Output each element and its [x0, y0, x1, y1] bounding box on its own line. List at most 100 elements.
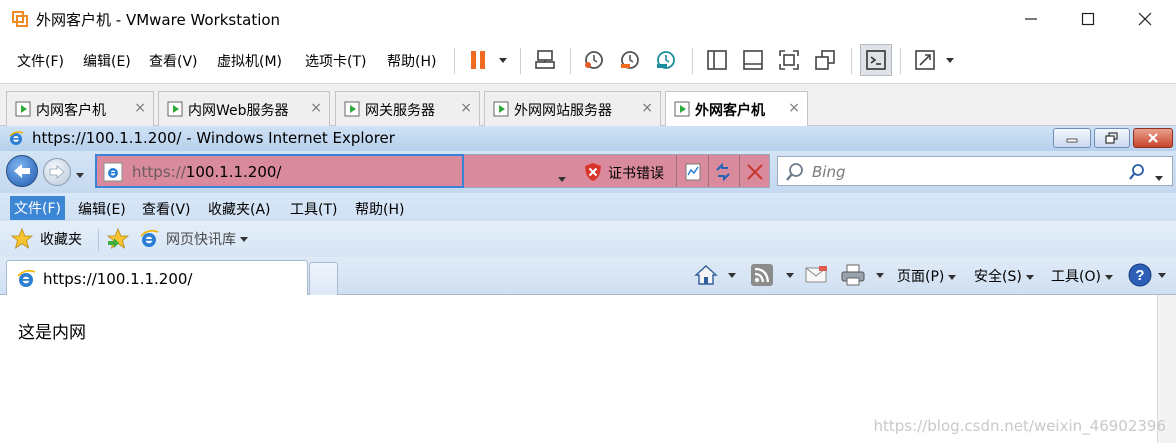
search-provider-dropdown[interactable] — [1155, 168, 1163, 187]
back-arrow-icon — [14, 164, 30, 178]
ie-restore-button[interactable] — [1094, 128, 1130, 148]
console-view-button[interactable] — [860, 44, 892, 76]
maximize-icon — [1081, 12, 1095, 26]
feeds-button[interactable] — [750, 263, 794, 287]
send-ctrl-alt-del-button[interactable] — [530, 45, 560, 75]
svg-text:?: ? — [1135, 267, 1144, 284]
tools-menu[interactable]: 工具(O) — [1051, 266, 1113, 286]
refresh-icon[interactable] — [713, 162, 733, 182]
snapshot-button[interactable] — [579, 45, 609, 75]
maximize-button[interactable] — [1063, 0, 1113, 38]
show-library-button[interactable] — [702, 45, 732, 75]
favorites-button[interactable]: 收藏夹 — [10, 227, 82, 251]
minimize-icon — [1025, 18, 1037, 20]
ie-menu-view[interactable]: 查看(V) — [138, 197, 195, 221]
tab-close-icon[interactable]: × — [788, 100, 800, 116]
vm-menu-tabs[interactable]: 选项卡(T) — [305, 51, 366, 71]
vm-tab-external-client[interactable]: 外网客户机 × — [665, 91, 808, 127]
vm-tab-internal-web-server[interactable]: 内网Web服务器 × — [158, 91, 330, 126]
back-button[interactable] — [6, 155, 38, 187]
tab-close-icon[interactable]: × — [134, 100, 146, 116]
toolbar-divider — [851, 48, 852, 74]
full-screen-button[interactable] — [774, 45, 804, 75]
add-to-favorites-bar-button[interactable] — [106, 227, 132, 255]
forward-button[interactable] — [43, 158, 71, 186]
snapshot-icon — [585, 51, 603, 69]
stretch-dropdown[interactable] — [937, 45, 959, 75]
snapshot-manager-button[interactable] — [651, 45, 681, 75]
ie-tab-bar: https://100.1.1.200/ 页面(P) 安全(S) 工具(O) ? — [0, 257, 1176, 295]
ie-menu-help[interactable]: 帮助(H) — [351, 197, 408, 221]
mail-icon — [805, 266, 827, 283]
vm-tab-internal-client[interactable]: 内网客户机 × — [6, 91, 154, 126]
vm-menu-help[interactable]: 帮助(H) — [387, 51, 436, 71]
close-icon — [1138, 12, 1152, 26]
tab-close-icon[interactable]: × — [310, 100, 322, 116]
recent-pages-dropdown[interactable] — [76, 165, 84, 184]
stop-icon[interactable] — [745, 162, 765, 182]
tab-close-icon[interactable]: × — [460, 100, 472, 116]
help-icon: ? — [1128, 263, 1152, 287]
page-menu[interactable]: 页面(P) — [897, 266, 957, 286]
stretch-guest-button[interactable] — [910, 45, 940, 75]
shield-error-icon[interactable] — [583, 162, 603, 182]
help-button[interactable]: ? — [1127, 262, 1166, 288]
minimize-button[interactable] — [1006, 0, 1056, 38]
vm-running-icon — [167, 101, 183, 117]
minimize-icon — [1066, 138, 1078, 143]
home-button[interactable] — [694, 263, 736, 287]
favorites-star-icon — [10, 227, 34, 249]
ie-tab-current[interactable]: https://100.1.1.200/ — [6, 260, 308, 295]
ie-menu-edit[interactable]: 编辑(E) — [74, 197, 130, 221]
tab-close-icon[interactable]: × — [641, 100, 653, 116]
vmware-logo-icon — [12, 11, 28, 27]
page-body-text: 这是内网 — [18, 323, 86, 343]
search-go-icon[interactable] — [1128, 163, 1146, 181]
safety-menu[interactable]: 安全(S) — [974, 266, 1034, 286]
home-icon — [694, 265, 718, 285]
ie-menu-tools[interactable]: 工具(T) — [286, 197, 341, 221]
print-button[interactable] — [840, 263, 884, 287]
ie-menu-file[interactable]: 文件(F) — [10, 196, 65, 220]
read-mail-button[interactable] — [804, 263, 828, 291]
toolbar-divider — [570, 48, 571, 74]
vm-tab-gateway-server[interactable]: 网关服务器 × — [335, 91, 480, 126]
vm-tab-external-web-server[interactable]: 外网网站服务器 × — [484, 91, 661, 126]
cert-error-label[interactable]: 证书错误 — [608, 163, 664, 183]
address-focus-ring — [95, 154, 464, 188]
search-box[interactable]: Bing — [777, 156, 1173, 186]
stretch-icon — [915, 50, 935, 70]
revert-snapshot-button[interactable] — [615, 45, 645, 75]
web-slice-gallery-link[interactable]: 网页快讯库 — [138, 227, 248, 251]
ie-page-icon — [140, 229, 159, 247]
new-tab-button[interactable] — [309, 262, 338, 295]
toolbar-divider — [454, 48, 455, 74]
toolbar-divider — [692, 48, 693, 74]
vm-menu-view[interactable]: 查看(V) — [149, 51, 198, 71]
thumbnail-bar-button[interactable] — [738, 45, 768, 75]
vm-tab-strip: 内网客户机 × 内网Web服务器 × 网关服务器 × 外网网站服务器 × 外网客… — [0, 84, 1176, 127]
ie-close-button[interactable] — [1133, 128, 1173, 148]
power-dropdown[interactable] — [490, 45, 512, 75]
vm-running-icon — [15, 101, 31, 117]
vm-menu-vm[interactable]: 虚拟机(M) — [217, 51, 282, 71]
vmware-title-bar: 外网客户机 - VMware Workstation — [0, 0, 1176, 38]
address-dropdown[interactable] — [558, 169, 566, 188]
vm-menu-file[interactable]: 文件(F) — [17, 51, 64, 71]
ie-menu-bar: 文件(F) 编辑(E) 查看(V) 收藏夹(A) 工具(T) 帮助(H) — [0, 193, 1176, 221]
unity-button[interactable] — [810, 45, 840, 75]
pause-icon — [471, 51, 485, 69]
ie-minimize-button[interactable] — [1053, 128, 1091, 148]
pause-button[interactable] — [463, 45, 493, 75]
ie-window-title: https://100.1.1.200/ - Windows Internet … — [32, 129, 395, 147]
toolbar-divider — [900, 48, 901, 74]
window-title: 外网客户机 - VMware Workstation — [36, 11, 281, 29]
vm-running-icon — [344, 101, 360, 117]
compatibility-view-icon[interactable] — [683, 162, 703, 182]
ie-menu-favorites[interactable]: 收藏夹(A) — [204, 197, 275, 221]
vm-menu-edit[interactable]: 编辑(E) — [83, 51, 131, 71]
console-icon — [866, 50, 886, 70]
ie-tab-label: https://100.1.1.200/ — [43, 270, 193, 288]
close-button[interactable] — [1120, 0, 1170, 38]
add-favorite-star-icon — [106, 227, 130, 249]
